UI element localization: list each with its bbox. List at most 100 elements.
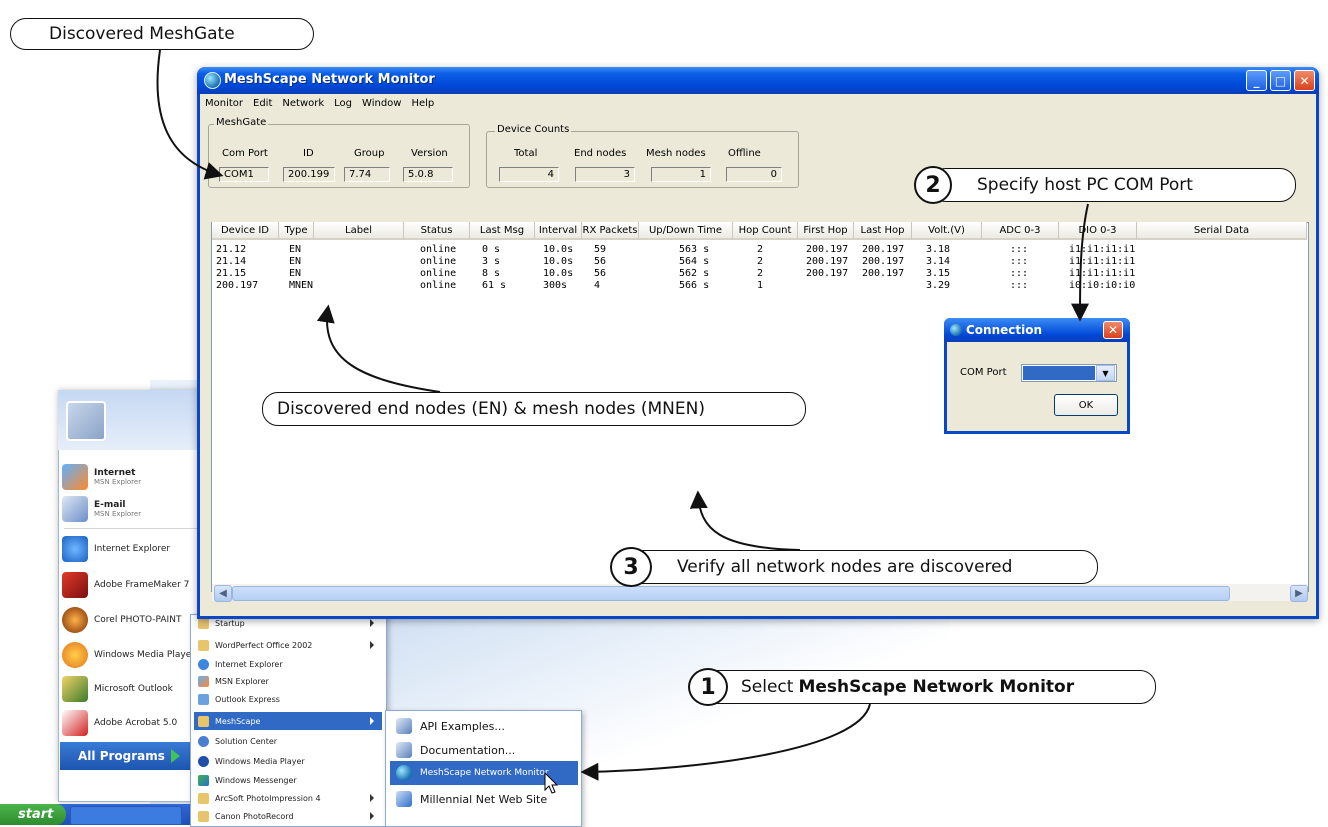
table-cell: 2: [757, 268, 764, 279]
maximize-button[interactable]: □: [1270, 70, 1291, 91]
start-item-microsoft-outlook[interactable]: Microsoft Outlook: [62, 670, 207, 708]
callout-bold-text: MeshScape Network Monitor: [798, 677, 1075, 697]
programs-item-windows-media-player[interactable]: Windows Media Player: [194, 752, 382, 770]
programs-item-arcsoft[interactable]: ArcSoft PhotoImpression 4: [194, 789, 382, 807]
table-cell: 21.12: [216, 244, 247, 255]
table-cell: 1: [757, 280, 764, 291]
meshscape-item-label: Documentation...: [420, 743, 516, 757]
table-cell: 3.15: [926, 268, 951, 279]
menu-window[interactable]: Window: [357, 96, 406, 114]
start-item-email[interactable]: E-mail MSN Explorer: [62, 490, 207, 528]
folder-icon: [198, 810, 209, 822]
programs-item-meshscape[interactable]: MeshScape: [194, 712, 382, 730]
menu-log[interactable]: Log: [329, 96, 357, 114]
programs-item-label: Windows Messenger: [215, 775, 297, 785]
table-cell: 4: [594, 280, 601, 291]
column-header[interactable]: Type: [279, 222, 314, 240]
callout-discovered-meshgate: Discovered MeshGate: [10, 18, 314, 50]
programs-item-label: MSN Explorer: [215, 676, 269, 686]
column-header[interactable]: Status: [404, 222, 470, 240]
meshscape-item-label: API Examples...: [420, 719, 505, 733]
folder-icon: [198, 715, 209, 727]
version-value: 5.0.8: [403, 167, 453, 182]
column-header[interactable]: Last Msg: [470, 222, 535, 240]
column-header[interactable]: RX Packets: [582, 222, 639, 240]
com-port-dropdown-button[interactable]: ▼: [1096, 365, 1115, 381]
minimize-button[interactable]: _: [1246, 70, 1267, 91]
framemaker-icon: [62, 572, 88, 598]
end-nodes-label: End nodes: [574, 148, 627, 159]
column-header[interactable]: Serial Data: [1137, 222, 1307, 240]
column-header[interactable]: Volt.(V): [912, 222, 982, 240]
close-button[interactable]: ✕: [1294, 70, 1315, 91]
programs-item-windows-messenger[interactable]: Windows Messenger: [194, 771, 382, 789]
programs-item-label: Canon PhotoRecord: [215, 811, 294, 821]
menu-help[interactable]: Help: [406, 96, 439, 114]
programs-item-outlook-express[interactable]: Outlook Express: [194, 690, 382, 708]
submenu-arrow-icon: [370, 812, 374, 820]
table-cell: 10.0s: [543, 256, 574, 267]
table-cell: :::: [1010, 280, 1029, 291]
column-header[interactable]: First Hop: [798, 222, 854, 240]
solution-center-icon: [198, 735, 209, 747]
scrollbar-thumb[interactable]: [232, 586, 1230, 601]
callout-discovered-nodes: Discovered end nodes (EN) & mesh nodes (…: [262, 392, 806, 426]
column-header[interactable]: Label: [314, 222, 404, 240]
connection-close-button[interactable]: ✕: [1103, 321, 1123, 339]
programs-item-canon[interactable]: Canon PhotoRecord: [194, 807, 382, 825]
programs-item-msn-explorer[interactable]: MSN Explorer: [194, 672, 382, 690]
table-cell: 200.197: [806, 244, 849, 255]
column-header[interactable]: Hop Count: [733, 222, 798, 240]
programs-item-solution-center[interactable]: Solution Center: [194, 732, 382, 750]
menu-edit[interactable]: Edit: [248, 96, 277, 114]
step3-number: 3: [610, 547, 652, 587]
table-cell: 10.0s: [543, 268, 574, 279]
media-player-icon: [62, 642, 88, 668]
all-programs-button[interactable]: All Programs: [60, 742, 208, 770]
programs-item-internet-explorer[interactable]: Internet Explorer: [194, 655, 382, 673]
start-item-corel-photo-paint[interactable]: Corel PHOTO-PAINT: [62, 601, 207, 639]
column-header[interactable]: Last Hop: [854, 222, 912, 240]
group-value: 7.74: [344, 167, 390, 182]
start-item-framemaker[interactable]: Adobe FrameMaker 7: [62, 566, 207, 604]
start-item-acrobat[interactable]: Adobe Acrobat 5.0: [62, 704, 207, 742]
column-header[interactable]: ADC 0-3: [982, 222, 1059, 240]
table-cell: 300s: [543, 280, 568, 291]
msn-butterfly-icon: [198, 675, 209, 687]
programs-item-label: Startup: [215, 618, 245, 628]
mesh-nodes-label: Mesh nodes: [646, 148, 706, 159]
taskbar-item[interactable]: [70, 806, 182, 825]
meshscape-item-documentation[interactable]: Documentation...: [390, 738, 578, 762]
start-button[interactable]: start: [0, 804, 66, 825]
column-header[interactable]: DIO 0-3: [1059, 222, 1137, 240]
column-header[interactable]: Up/Down Time: [639, 222, 733, 240]
menu-monitor[interactable]: Monitor: [200, 96, 248, 114]
acrobat-icon: [62, 710, 88, 736]
programs-item-label: Solution Center: [215, 736, 278, 746]
table-cell: 3 s: [482, 256, 501, 267]
table-cell: :::: [1010, 268, 1029, 279]
start-item-internet-explorer[interactable]: Internet Explorer: [62, 530, 207, 568]
callout-text: Discovered MeshGate: [49, 24, 235, 44]
menu-network[interactable]: Network: [277, 96, 329, 114]
outlook-icon: [62, 676, 88, 702]
column-header[interactable]: Device ID: [212, 222, 279, 240]
scroll-left-button[interactable]: ◀: [214, 585, 232, 602]
table-cell: online: [420, 244, 457, 255]
user-avatar[interactable]: [66, 401, 106, 441]
table-cell: 2: [757, 256, 764, 267]
programs-item-wordperfect[interactable]: WordPerfect Office 2002: [194, 636, 382, 654]
version-label: Version: [411, 148, 448, 159]
ok-button[interactable]: OK: [1054, 394, 1118, 416]
start-item-windows-media-player[interactable]: Windows Media Player: [62, 636, 207, 674]
connection-dialog-title: Connection: [966, 323, 1043, 337]
table-cell: :::: [1010, 256, 1029, 267]
meshscape-app-icon: [204, 72, 221, 89]
scroll-right-button[interactable]: ▶: [1290, 585, 1308, 602]
column-header[interactable]: Interval: [535, 222, 582, 240]
table-cell: online: [420, 256, 457, 267]
table-cell: online: [420, 280, 457, 291]
table-cell: 3.18: [926, 244, 951, 255]
programs-item-label: Outlook Express: [215, 694, 280, 704]
meshscape-item-api-examples[interactable]: API Examples...: [390, 714, 578, 738]
